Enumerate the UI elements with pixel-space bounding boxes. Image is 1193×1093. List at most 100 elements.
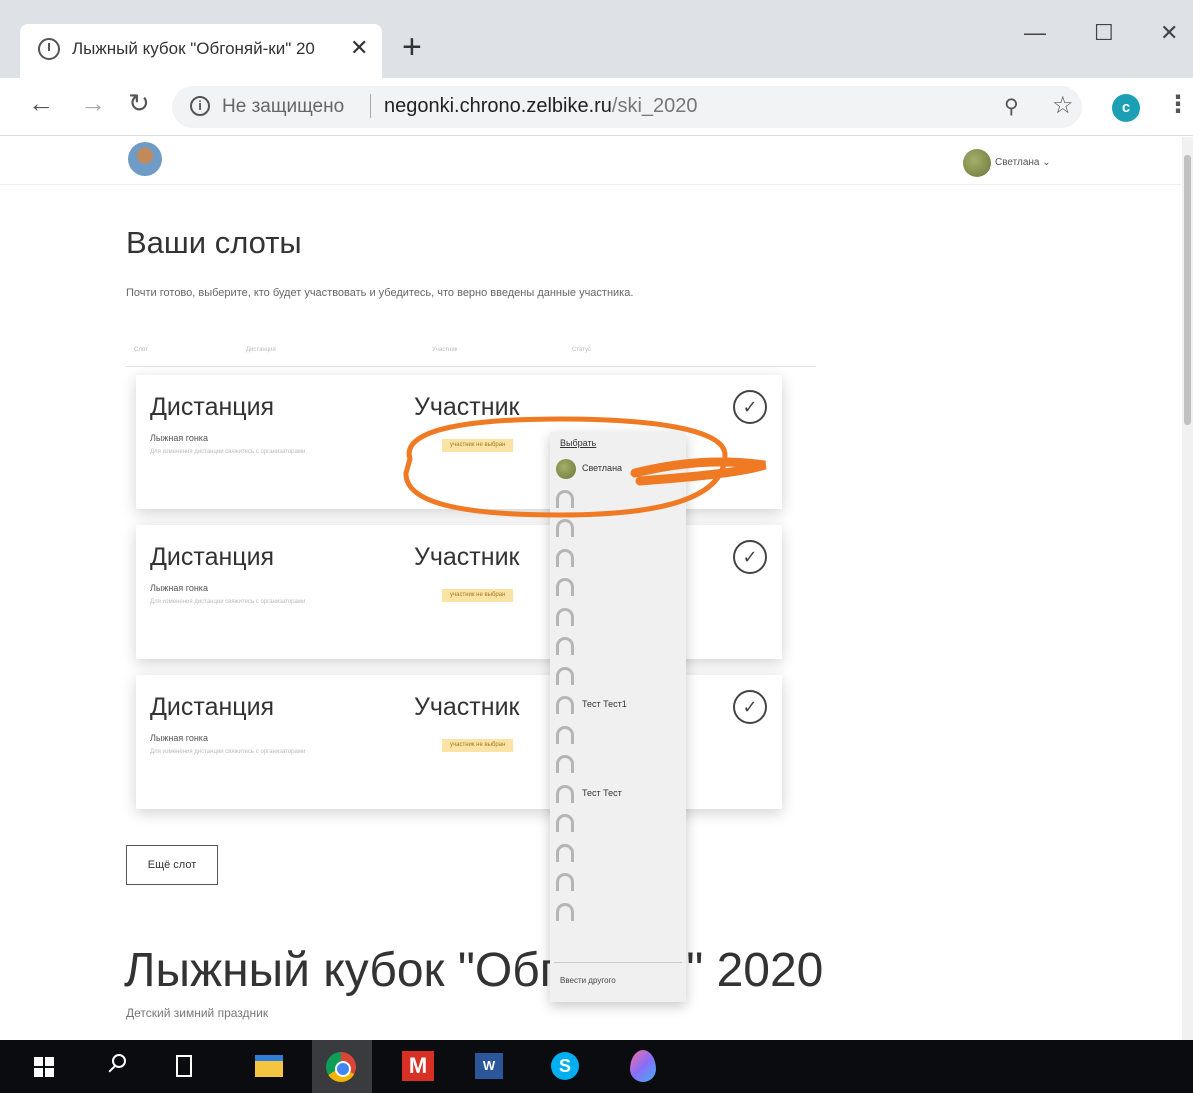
person-icon	[556, 784, 574, 803]
person-icon	[556, 814, 574, 832]
participant-option[interactable]: Тест Тест	[556, 783, 682, 809]
participant-option[interactable]	[556, 724, 682, 750]
status-badge[interactable]: участник не выбран	[442, 739, 514, 752]
start-button[interactable]	[14, 1040, 74, 1093]
participant-option[interactable]	[556, 606, 682, 632]
enter-other-participant[interactable]: Ввести другого	[560, 976, 616, 985]
info-icon[interactable]: i	[190, 96, 210, 116]
column-header: Участник	[432, 347, 458, 353]
forward-icon[interactable]: →	[80, 88, 106, 119]
page-subtitle: Почти готово, выберите, кто будет участв…	[126, 287, 634, 299]
task-view-icon	[176, 1055, 192, 1077]
choose-participant-link[interactable]: Выбрать	[560, 438, 596, 448]
person-icon	[556, 607, 574, 626]
clock-icon	[38, 38, 60, 60]
maximize-icon[interactable]: ☐	[1094, 20, 1114, 46]
participant-option[interactable]	[556, 901, 682, 927]
taskbar-gmail[interactable]: M	[388, 1040, 448, 1093]
distance-label: Дистанция	[150, 543, 275, 571]
participant-option[interactable]	[556, 812, 682, 838]
windows-start-icon	[34, 1057, 54, 1077]
skype-icon: S	[551, 1052, 579, 1080]
chrome-icon	[326, 1052, 356, 1082]
participant-option[interactable]	[556, 665, 682, 691]
participant-option[interactable]	[556, 488, 682, 514]
column-header: Дистанция	[246, 347, 276, 353]
new-tab-icon[interactable]: +	[402, 28, 422, 67]
distance-note: Для изменения дистанции свяжитесь с орга…	[150, 599, 306, 605]
bookmark-star-icon[interactable]: ☆	[1052, 91, 1074, 120]
browser-tabstrip: Лыжный кубок "Обгоняй-ки" 20 ✕ + — ☐ ✕	[0, 0, 1193, 78]
distance-label: Дистанция	[150, 393, 275, 421]
participant-option[interactable]	[556, 517, 682, 543]
confirm-check-icon[interactable]: ✓	[733, 390, 767, 424]
participant-option[interactable]	[556, 871, 682, 897]
participant-label: Участник	[414, 543, 520, 571]
distance-note: Для изменения дистанции свяжитесь с орга…	[150, 749, 306, 755]
race-name: Лыжная гонка	[150, 433, 208, 443]
person-icon	[556, 725, 574, 744]
reload-icon[interactable]: ↻	[128, 88, 150, 119]
participant-option[interactable]: Светлана	[556, 458, 682, 484]
browser-toolbar: ← → ↻ i Не защищено negonki.chrono.zelbi…	[0, 78, 1193, 136]
avatar	[556, 459, 576, 479]
participant-name: Тест Тест	[582, 787, 622, 798]
close-window-icon[interactable]: ✕	[1160, 20, 1178, 46]
participant-option[interactable]	[556, 635, 682, 661]
taskbar-word[interactable]: W	[460, 1040, 520, 1093]
person-icon	[556, 666, 574, 685]
participant-option[interactable]: Тест Тест1	[556, 694, 682, 720]
close-tab-icon[interactable]: ✕	[350, 35, 368, 61]
participant-option[interactable]	[556, 547, 682, 573]
tab-title: Лыжный кубок "Обгоняй-ки" 20	[72, 39, 315, 58]
taskbar-paint[interactable]	[614, 1040, 674, 1093]
search-icon	[112, 1054, 126, 1068]
person-icon	[556, 489, 574, 508]
confirm-check-icon[interactable]: ✓	[733, 540, 767, 574]
security-label: Не защищено	[222, 96, 345, 117]
browser-menu-icon[interactable]: ⋮	[1166, 90, 1190, 119]
column-header: Статус	[572, 347, 591, 353]
add-slot-button[interactable]: Ещё слот	[126, 845, 218, 885]
column-header: Слот	[134, 347, 148, 353]
user-name: Светлана ⌄	[995, 157, 1051, 168]
taskbar-skype[interactable]: S	[536, 1040, 596, 1093]
dropdown-divider	[554, 962, 682, 963]
zoom-icon[interactable]: ⚲	[1004, 94, 1019, 119]
minimize-icon[interactable]: —	[1024, 20, 1046, 46]
windows-taskbar: M W S	[0, 1040, 1193, 1093]
event-subtitle: Детский зимний праздник	[126, 1006, 269, 1020]
person-icon	[556, 548, 574, 567]
participant-option[interactable]	[556, 753, 682, 779]
taskbar-search[interactable]	[90, 1040, 150, 1093]
gmail-icon: M	[402, 1051, 434, 1081]
participant-dropdown[interactable]: Выбрать Светлана Тест Тест1 Тест Тест Ввес…	[550, 432, 686, 1002]
header-divider	[0, 184, 1182, 185]
site-logo[interactable]	[128, 142, 162, 176]
browser-tab[interactable]: Лыжный кубок "Обгоняй-ки" 20 ✕	[20, 24, 382, 78]
status-badge[interactable]: участник не выбран	[442, 589, 514, 602]
paint-3d-icon	[630, 1050, 656, 1082]
distance-label: Дистанция	[150, 693, 275, 721]
person-icon	[556, 755, 574, 773]
url-text: negonki.chrono.zelbike.ru/ski_2020	[384, 95, 698, 117]
confirm-check-icon[interactable]: ✓	[733, 690, 767, 724]
profile-avatar[interactable]: c	[1112, 94, 1140, 122]
person-icon	[556, 637, 574, 655]
page-scrollbar[interactable]	[1182, 137, 1193, 1040]
back-icon[interactable]: ←	[28, 88, 54, 119]
person-icon	[556, 519, 574, 537]
participant-label: Участник	[414, 693, 520, 721]
taskbar-file-explorer[interactable]	[240, 1040, 300, 1093]
participant-name: Светлана	[582, 463, 623, 473]
task-view-button[interactable]	[156, 1040, 216, 1093]
scrollbar-thumb[interactable]	[1184, 155, 1191, 425]
address-bar[interactable]: i Не защищено negonki.chrono.zelbike.ru/…	[172, 86, 1082, 128]
participant-option[interactable]	[556, 842, 682, 868]
page-title: Ваши слоты	[126, 225, 302, 260]
word-icon: W	[475, 1053, 503, 1079]
person-icon	[556, 843, 574, 862]
taskbar-chrome[interactable]	[312, 1040, 372, 1093]
participant-option[interactable]	[556, 576, 682, 602]
status-badge: участник не выбран	[442, 439, 514, 452]
